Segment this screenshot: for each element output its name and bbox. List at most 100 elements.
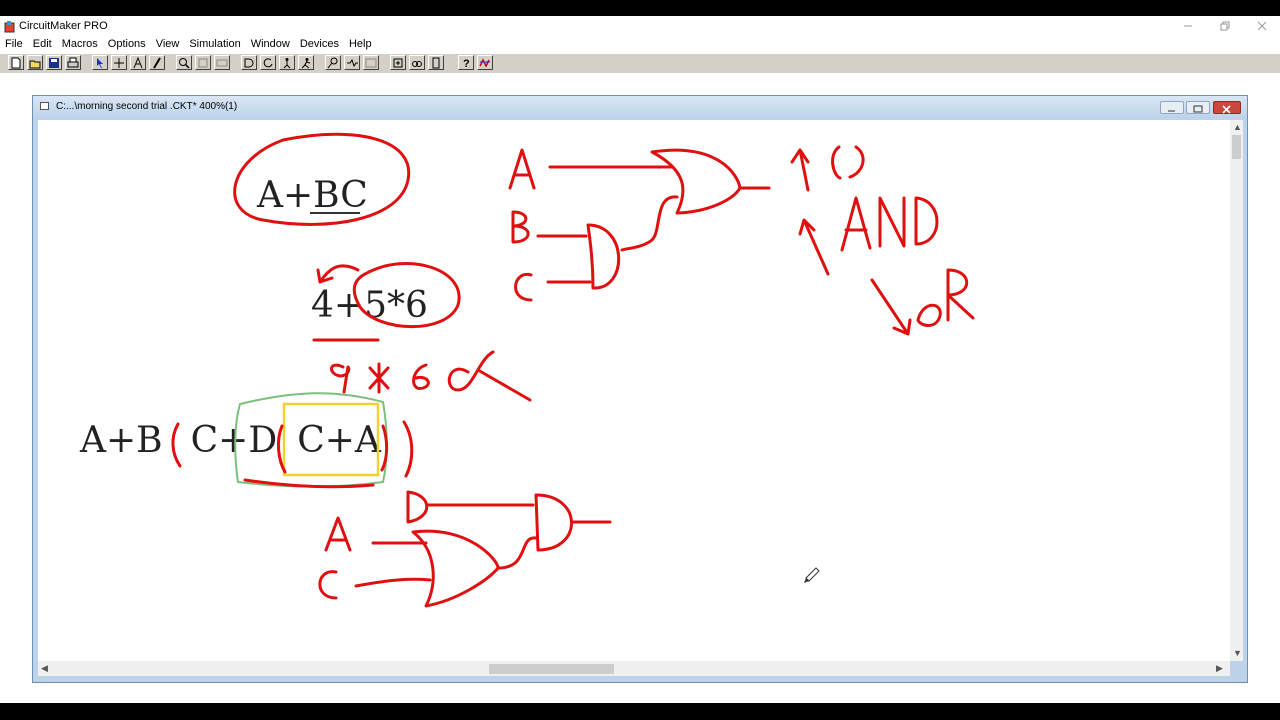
zoom-icon	[179, 58, 190, 69]
ink-letter-d	[406, 490, 429, 524]
menu-options[interactable]: Options	[103, 36, 151, 53]
library-icon	[412, 61, 422, 67]
device-button[interactable]	[428, 55, 444, 70]
menu-bar: File Edit Macros Options View Simulation…	[0, 36, 1280, 53]
open-button[interactable]	[27, 55, 43, 70]
menu-macros[interactable]: Macros	[57, 36, 103, 53]
run-button[interactable]	[298, 55, 314, 70]
wire-tool-icon	[114, 58, 124, 68]
probe-button[interactable]	[344, 55, 360, 70]
circuitmaker-icon	[4, 20, 16, 33]
reset-button[interactable]	[260, 55, 276, 70]
text-tool-button[interactable]	[130, 55, 146, 70]
new-button[interactable]	[8, 55, 24, 70]
svg-text:?: ?	[463, 58, 470, 69]
trace-button[interactable]	[325, 55, 341, 70]
analog-icon	[479, 58, 490, 68]
macro-icon	[393, 58, 403, 68]
zoom-fit-button[interactable]	[195, 55, 211, 70]
zoom-button[interactable]	[176, 55, 192, 70]
wire-tool-button[interactable]	[111, 55, 127, 70]
ink-paren-close-2	[402, 420, 414, 478]
arrow-tool-icon	[97, 58, 103, 68]
schematic-canvas[interactable]: A+BC 4+5*6 A+B C+D C+A	[38, 120, 1230, 661]
restore-icon	[1193, 105, 1203, 113]
library-button[interactable]	[409, 55, 425, 70]
ink-arrow-and	[798, 218, 830, 276]
scroll-up-icon[interactable]: ▲	[1233, 122, 1242, 132]
ink-letter-a-top	[508, 148, 536, 190]
macro-button[interactable]	[390, 55, 406, 70]
zoom-fit-icon	[198, 58, 208, 68]
app-title: CircuitMaker PRO	[19, 20, 108, 32]
scroll-right-icon[interactable]: ▶	[1216, 663, 1223, 673]
document-icon	[40, 102, 49, 110]
pen-cursor-icon	[804, 567, 820, 583]
menu-edit[interactable]: Edit	[28, 36, 57, 53]
save-button[interactable]	[46, 55, 62, 70]
help-button[interactable]: ?	[458, 55, 474, 70]
ink-digit-6	[412, 363, 430, 390]
ink-arrow-precedence	[316, 264, 360, 284]
doc-restore-button[interactable]	[1186, 101, 1210, 114]
zoom-page-button[interactable]	[214, 55, 230, 70]
doc-minimize-button[interactable]	[1160, 101, 1184, 114]
minimize-button[interactable]	[1169, 16, 1206, 36]
ink-and-gate-bottom	[534, 493, 573, 552]
minimize-icon	[1168, 110, 1175, 112]
ink-or-gate-top	[650, 148, 742, 215]
print-icon	[67, 57, 79, 68]
document-title-bar[interactable]: C:...\morning second trial .CKT* 400%(1)	[33, 96, 1247, 118]
horizontal-scrollbar[interactable]: ◀ ▶	[38, 661, 1230, 676]
ink-arrow-or	[870, 278, 912, 336]
step-button[interactable]	[279, 55, 295, 70]
menu-file[interactable]: File	[0, 36, 28, 53]
ink-arrow-parens	[790, 148, 810, 192]
bus-button[interactable]	[363, 55, 379, 70]
text-tool-icon	[133, 57, 143, 69]
vertical-scroll-thumb[interactable]	[1232, 135, 1241, 159]
print-button[interactable]	[65, 55, 81, 70]
ink-wire-c-bottom	[354, 577, 432, 588]
close-button[interactable]	[1243, 16, 1280, 36]
arrow-tool-button[interactable]	[92, 55, 108, 70]
digital-button[interactable]	[241, 55, 257, 70]
ink-circle-5x6	[352, 262, 461, 329]
bus-icon	[365, 58, 377, 68]
ink-paren-close-1	[380, 424, 389, 472]
menu-window[interactable]: Window	[246, 36, 295, 53]
open-icon	[29, 60, 41, 69]
restore-icon	[1220, 21, 1229, 31]
menu-simulation[interactable]: Simulation	[184, 36, 245, 53]
menu-help[interactable]: Help	[344, 36, 377, 53]
horizontal-scroll-thumb[interactable]	[489, 664, 614, 674]
doc-close-button[interactable]	[1213, 101, 1241, 114]
new-icon	[11, 57, 21, 69]
ink-annotations	[171, 132, 975, 608]
menu-devices[interactable]: Devices	[295, 36, 344, 53]
menu-view[interactable]: View	[151, 36, 185, 53]
trace-icon	[327, 57, 338, 69]
restore-button[interactable]	[1206, 16, 1243, 36]
ink-paren-open-1	[171, 422, 182, 468]
ink-letter-a-bottom	[324, 516, 352, 552]
reset-icon	[263, 58, 273, 68]
analog-button[interactable]	[477, 55, 493, 70]
scroll-down-icon[interactable]: ▼	[1233, 648, 1242, 658]
probe-tool-button[interactable]	[149, 55, 165, 70]
close-icon	[1222, 105, 1231, 114]
digital-icon	[244, 58, 254, 68]
ink-underline-nested	[243, 478, 375, 489]
ink-letter-b-top	[511, 210, 530, 244]
scroll-left-icon[interactable]: ◀	[41, 663, 48, 673]
ink-note-and	[840, 196, 939, 252]
document-window: C:...\morning second trial .CKT* 400%(1)…	[32, 95, 1248, 683]
vertical-scrollbar[interactable]: ▲ ▼	[1230, 120, 1243, 661]
ink-digit-9	[330, 363, 351, 394]
app-window: CircuitMaker PRO File Edit Macros Option…	[0, 16, 1280, 703]
ink-circle-expr1	[233, 132, 411, 226]
ink-letter-c-top	[514, 273, 533, 302]
ink-wire-and-to-or	[620, 195, 679, 252]
minimize-icon	[1183, 25, 1192, 27]
title-bar: CircuitMaker PRO	[0, 16, 1280, 36]
